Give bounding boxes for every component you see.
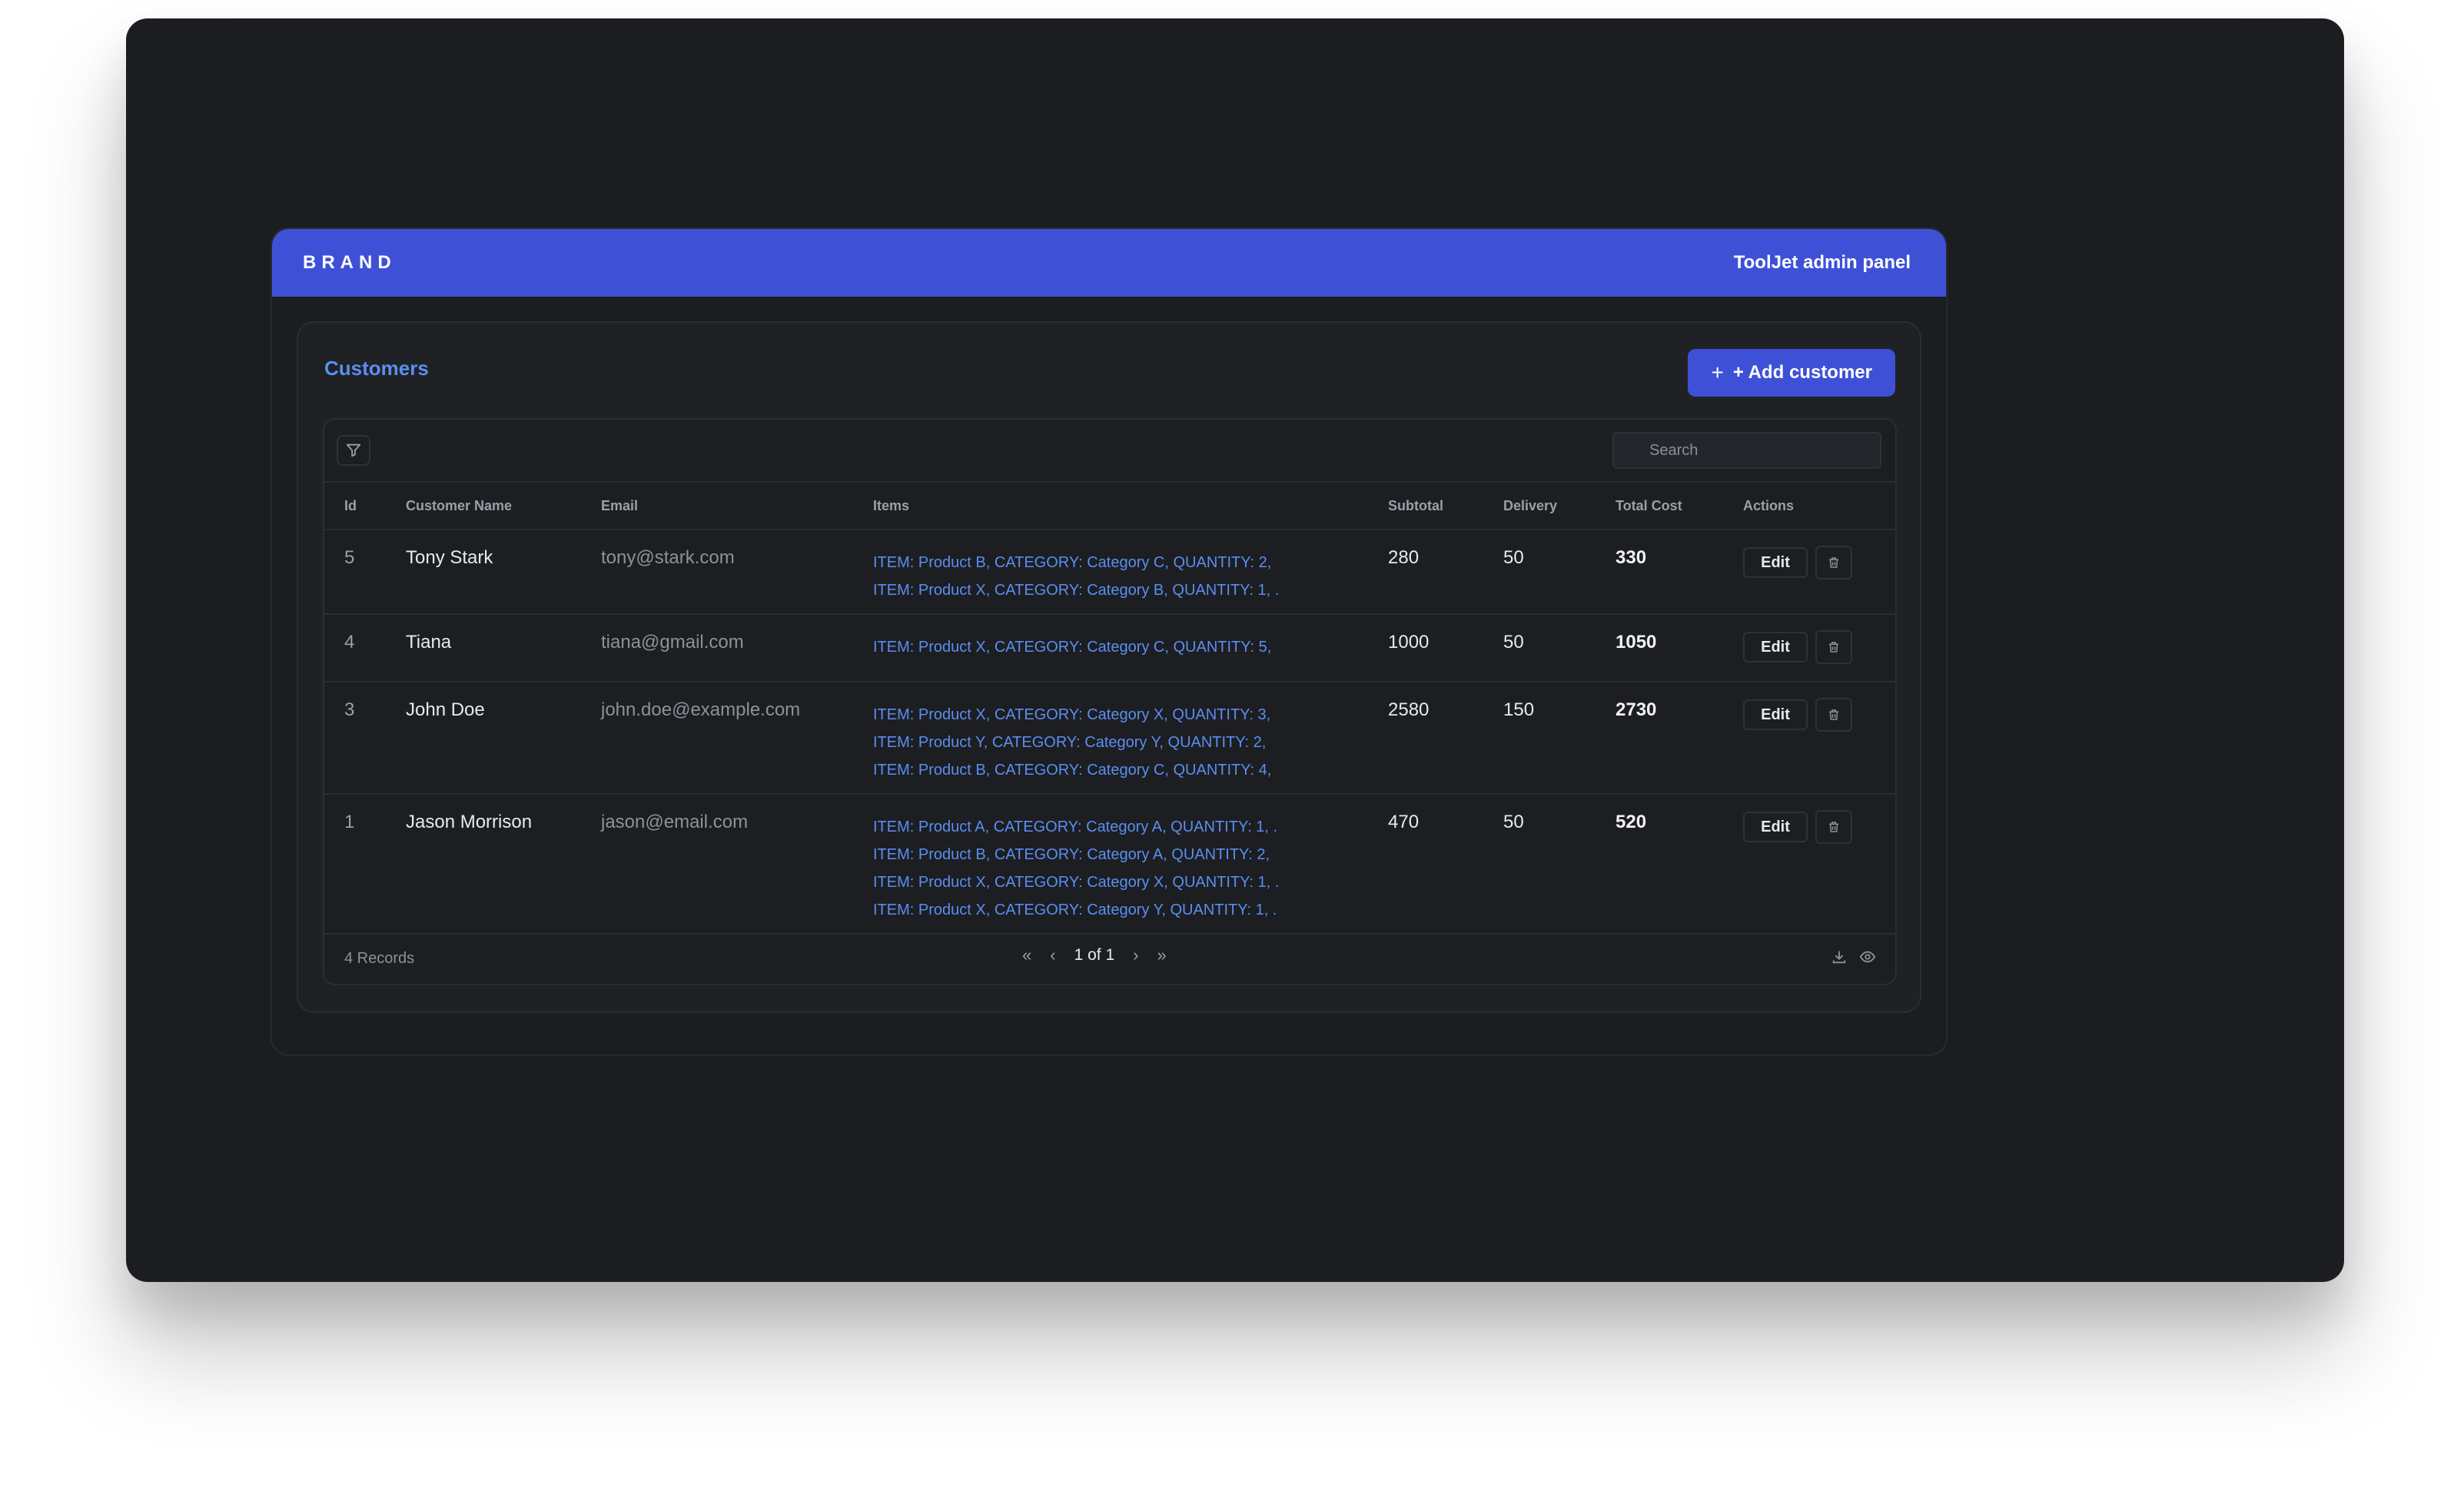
top-bar: BRAND ToolJet admin panel [272,229,1946,297]
item-line: ITEM: Product X, CATEGORY: Category Y, Q… [873,902,1277,918]
cell-id: 1 [344,812,355,832]
cell-total-cost: 1050 [1616,632,1657,653]
cell-subtotal: 470 [1388,812,1420,832]
edit-button[interactable]: Edit [1743,547,1808,578]
delete-button[interactable] [1815,630,1852,664]
cell-delivery: 150 [1503,699,1535,720]
table-footer: 4 Records « ‹ 1 of 1 › » [324,933,1895,984]
brand-logo: BRAND [303,252,397,273]
cell-items: ITEM: Product B, CATEGORY: Category C, Q… [873,549,1279,604]
download-icon[interactable] [1831,948,1848,965]
chevrons-left-icon[interactable]: « [1022,945,1031,965]
add-customer-button[interactable]: + + Add customer [1688,349,1895,397]
column-header-subtotal[interactable]: Subtotal [1388,498,1443,514]
cell-email: john.doe@example.com [601,699,801,720]
admin-app: BRAND ToolJet admin panel Customers + + … [271,227,1948,1056]
cell-items: ITEM: Product X, CATEGORY: Category X, Q… [873,701,1271,784]
cell-customer-name: Jason Morrison [406,812,533,832]
item-line: ITEM: Product B, CATEGORY: Category C, Q… [873,554,1272,571]
item-line: ITEM: Product Y, CATEGORY: Category Y, Q… [873,734,1267,751]
customers-table: Id Customer Name Email Items Subtotal De… [323,418,1897,985]
trash-icon [1829,822,1838,832]
item-line: ITEM: Product B, CATEGORY: Category A, Q… [873,846,1270,863]
cell-email: tony@stark.com [601,547,735,568]
delete-button[interactable] [1815,698,1852,732]
cell-total-cost: 330 [1616,547,1647,568]
table-row[interactable]: 5 Tony Stark tony@stark.com ITEM: Produc… [324,530,1895,615]
customers-card: Customers + + Add customer Id Customer N… [297,321,1921,1013]
table-row[interactable]: 1 Jason Morrison jason@email.com ITEM: P… [324,795,1895,935]
cell-subtotal: 1000 [1388,632,1430,653]
cell-customer-name: Tony Stark [406,547,493,568]
filter-button[interactable] [337,435,370,466]
table-row[interactable]: 3 John Doe john.doe@example.com ITEM: Pr… [324,682,1895,795]
page-title: Customers [324,357,429,380]
delete-button[interactable] [1815,546,1852,579]
delete-button[interactable] [1815,810,1852,844]
column-header-total-cost[interactable]: Total Cost [1616,498,1682,514]
cell-subtotal: 2580 [1388,699,1430,720]
column-header-delivery[interactable]: Delivery [1503,498,1557,514]
item-line: ITEM: Product X, CATEGORY: Category C, Q… [873,639,1272,656]
trash-icon [1829,642,1838,653]
cell-id: 3 [344,699,355,720]
filter-icon [346,443,361,457]
cell-subtotal: 280 [1388,547,1420,568]
cell-total-cost: 520 [1616,812,1647,832]
item-line: ITEM: Product X, CATEGORY: Category X, Q… [873,874,1280,891]
table-row[interactable]: 4 Tiana tiana@gmail.com ITEM: Product X,… [324,615,1895,682]
item-line: ITEM: Product A, CATEGORY: Category A, Q… [873,819,1278,835]
cell-email: jason@email.com [601,812,749,832]
edit-button[interactable]: Edit [1743,699,1808,730]
edit-button[interactable]: Edit [1743,812,1808,842]
records-count: 4 Records [344,950,415,967]
chevron-left-icon[interactable]: ‹ [1050,945,1055,965]
chevrons-right-icon[interactable]: » [1157,945,1166,965]
cell-id: 5 [344,547,355,568]
cell-items: ITEM: Product A, CATEGORY: Category A, Q… [873,813,1279,924]
footer-actions [1831,948,1877,965]
item-line: ITEM: Product X, CATEGORY: Category B, Q… [873,582,1280,599]
add-customer-label: + Add customer [1732,362,1872,383]
column-header-items[interactable]: Items [873,498,909,514]
cell-customer-name: John Doe [406,699,485,720]
cell-delivery: 50 [1503,812,1524,832]
cell-customer-name: Tiana [406,632,452,653]
search-input[interactable] [1612,432,1881,469]
eye-icon[interactable] [1858,948,1877,965]
page-indicator: 1 of 1 [1074,946,1115,964]
column-header-actions: Actions [1743,498,1795,513]
cell-email: tiana@gmail.com [601,632,744,653]
item-line: ITEM: Product B, CATEGORY: Category C, Q… [873,762,1272,779]
item-line: ITEM: Product X, CATEGORY: Category X, Q… [873,706,1271,723]
column-header-email[interactable]: Email [601,498,638,514]
edit-button[interactable]: Edit [1743,632,1808,663]
trash-icon [1829,709,1838,720]
panel-title: ToolJet admin panel [1733,252,1911,273]
cell-total-cost: 2730 [1616,699,1657,720]
table-header: Id Customer Name Email Items Subtotal De… [324,483,1895,530]
plus-icon: + [1711,360,1724,384]
cell-delivery: 50 [1503,547,1524,568]
trash-icon [1829,557,1838,568]
table-toolbar [324,420,1895,483]
column-header-customer-name[interactable]: Customer Name [406,498,512,514]
chevron-right-icon[interactable]: › [1133,945,1138,965]
cell-items: ITEM: Product X, CATEGORY: Category C, Q… [873,633,1271,661]
cell-id: 4 [344,632,355,653]
pagination: « ‹ 1 of 1 › » [1022,945,1167,965]
cell-delivery: 50 [1503,632,1524,653]
column-header-id[interactable]: Id [344,498,357,514]
